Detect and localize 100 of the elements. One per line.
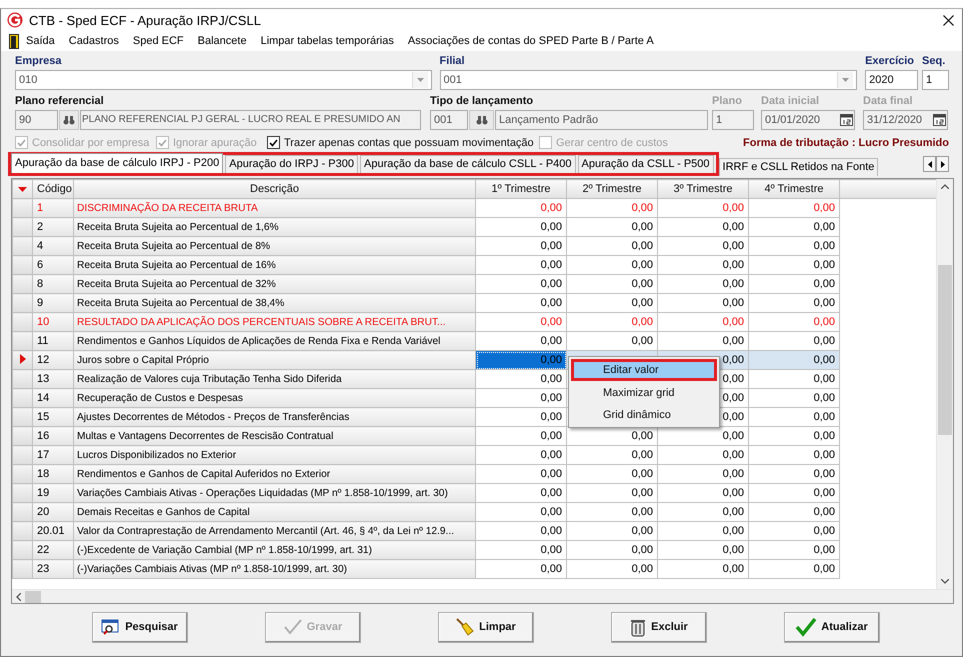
vertical-scrollbar[interactable] [936,179,953,589]
table-cell[interactable]: 0,00 [748,198,840,218]
table-cell[interactable]: 0,00 [476,350,566,370]
table-cell[interactable]: 0,00 [566,256,658,274]
table-cell[interactable]: 0,00 [658,294,748,312]
table-cell[interactable]: 0,00 [748,350,840,370]
table-cell[interactable]: 0,00 [476,464,566,484]
table-cell[interactable]: 0,00 [566,446,658,464]
table-cell[interactable]: 0,00 [476,370,566,388]
table-cell[interactable]: 0,00 [748,484,840,502]
context-menu-item[interactable]: Maximizar grid [571,381,717,403]
column-header[interactable]: Código [32,180,74,198]
column-header[interactable]: 2º Trimestre [566,180,658,198]
column-header[interactable]: 1º Trimestre [476,180,566,198]
menu-item[interactable]: Saída [19,33,62,49]
menu-item[interactable]: Limpar tabelas temporárias [254,33,401,49]
table-cell[interactable]: 0,00 [748,426,840,446]
checkbox[interactable] [267,136,280,149]
table-cell[interactable]: 0,00 [658,274,748,294]
tab[interactable]: Apuração do IRPJ - P300 [225,155,358,173]
table-cell[interactable]: 0,00 [748,464,840,484]
table-cell[interactable]: 0,00 [476,274,566,294]
company-dropdown[interactable]: 010 [15,70,432,90]
scrollbar-thumb[interactable] [938,265,952,435]
table-cell[interactable]: 0,00 [748,560,840,578]
table-cell[interactable]: 0,00 [748,256,840,274]
branch-dropdown[interactable]: 001 [440,70,858,90]
table-cell[interactable]: 0,00 [658,522,748,540]
table-cell[interactable]: 0,00 [566,464,658,484]
table-cell[interactable]: 0,00 [748,540,840,560]
table-cell[interactable]: 0,00 [748,294,840,312]
sequence-field[interactable]: 1 [922,70,949,90]
tab[interactable]: Apuração da CSLL - P500 [578,155,714,173]
table-cell[interactable]: 0,00 [476,408,566,426]
table-cell[interactable]: 0,00 [566,540,658,560]
menu-item[interactable]: Sped ECF [126,33,191,49]
table-cell[interactable]: 0,00 [566,560,658,578]
table-cell[interactable]: 0,00 [476,236,566,256]
table-cell[interactable]: 0,00 [476,388,566,408]
table-cell[interactable]: 0,00 [476,256,566,274]
table-cell[interactable]: 0,00 [476,560,566,578]
table-cell[interactable]: 0,00 [566,312,658,332]
table-cell[interactable]: 0,00 [658,560,748,578]
table-cell[interactable]: 0,00 [476,218,566,236]
table-cell[interactable]: 0,00 [658,464,748,484]
table-cell[interactable]: 0,00 [476,312,566,332]
table-cell[interactable]: 0,00 [748,274,840,294]
table-cell[interactable]: 0,00 [748,218,840,236]
table-cell[interactable]: 0,00 [748,312,840,332]
context-menu-item[interactable]: Editar valor [571,359,717,381]
search-button[interactable]: Pesquisar [92,612,188,642]
table-cell[interactable]: 0,00 [658,256,748,274]
refresh-button[interactable]: Atualizar [784,612,880,642]
menu-item[interactable]: Balancete [190,33,254,49]
table-cell[interactable]: 0,00 [748,236,840,256]
table-cell[interactable]: 0,00 [476,294,566,312]
table-cell[interactable]: 0,00 [748,522,840,540]
table-cell[interactable]: 0,00 [566,198,658,218]
table-cell[interactable]: 0,00 [748,388,840,408]
scrollbar-thumb[interactable] [25,591,41,603]
row-header[interactable] [12,350,32,370]
table-cell[interactable]: 0,00 [658,484,748,502]
horizontal-scrollbar[interactable] [12,589,953,603]
table-cell[interactable]: 0,00 [566,502,658,522]
table-cell[interactable]: 0,00 [476,502,566,522]
column-header[interactable]: 3º Trimestre [658,180,748,198]
table-cell[interactable]: 0,00 [658,446,748,464]
column-header[interactable]: Descrição [74,180,476,198]
table-cell[interactable]: 0,00 [566,274,658,294]
scroll-left-button[interactable] [923,156,936,172]
table-cell[interactable]: 0,00 [658,198,748,218]
tab[interactable]: Apuração da base de cálculo IRPJ - P200 [11,153,224,173]
table-cell[interactable]: 0,00 [658,218,748,236]
plan-code-field[interactable]: 90 [15,110,58,130]
table-cell[interactable]: 0,00 [566,294,658,312]
table-cell[interactable]: 0,00 [476,426,566,446]
table-cell[interactable]: 0,00 [658,540,748,560]
table-cell[interactable]: 0,00 [658,502,748,522]
table-cell[interactable]: 0,00 [748,446,840,464]
table-cell[interactable]: 0,00 [748,502,840,522]
table-cell[interactable]: 0,00 [476,484,566,502]
table-cell[interactable]: 0,00 [566,484,658,502]
scroll-right-button[interactable] [936,156,949,172]
menu-item[interactable]: Cadastros [62,33,126,49]
table-cell[interactable]: 0,00 [476,522,566,540]
table-cell[interactable]: 0,00 [566,522,658,540]
table-cell[interactable]: 0,00 [566,236,658,256]
close-icon[interactable] [943,14,954,26]
tab[interactable]: Apuração da base de cálculo CSLL - P400 [360,155,576,173]
table-cell[interactable]: 0,00 [748,408,840,426]
year-field[interactable]: 2020 [865,70,918,90]
lookup-button[interactable] [59,110,79,130]
table-cell[interactable]: 0,00 [476,540,566,560]
menu-item[interactable]: Associações de contas do SPED Parte B / Parte A [400,33,661,49]
tab[interactable]: IRRF e CSLL Retidos na Fonte [718,158,878,176]
table-cell[interactable]: 0,00 [748,370,840,388]
context-menu-item[interactable]: Grid dinâmico [571,403,717,425]
lookup-button[interactable] [469,110,494,130]
table-cell[interactable]: 0,00 [476,198,566,218]
delete-button[interactable]: Excluir [610,612,706,642]
